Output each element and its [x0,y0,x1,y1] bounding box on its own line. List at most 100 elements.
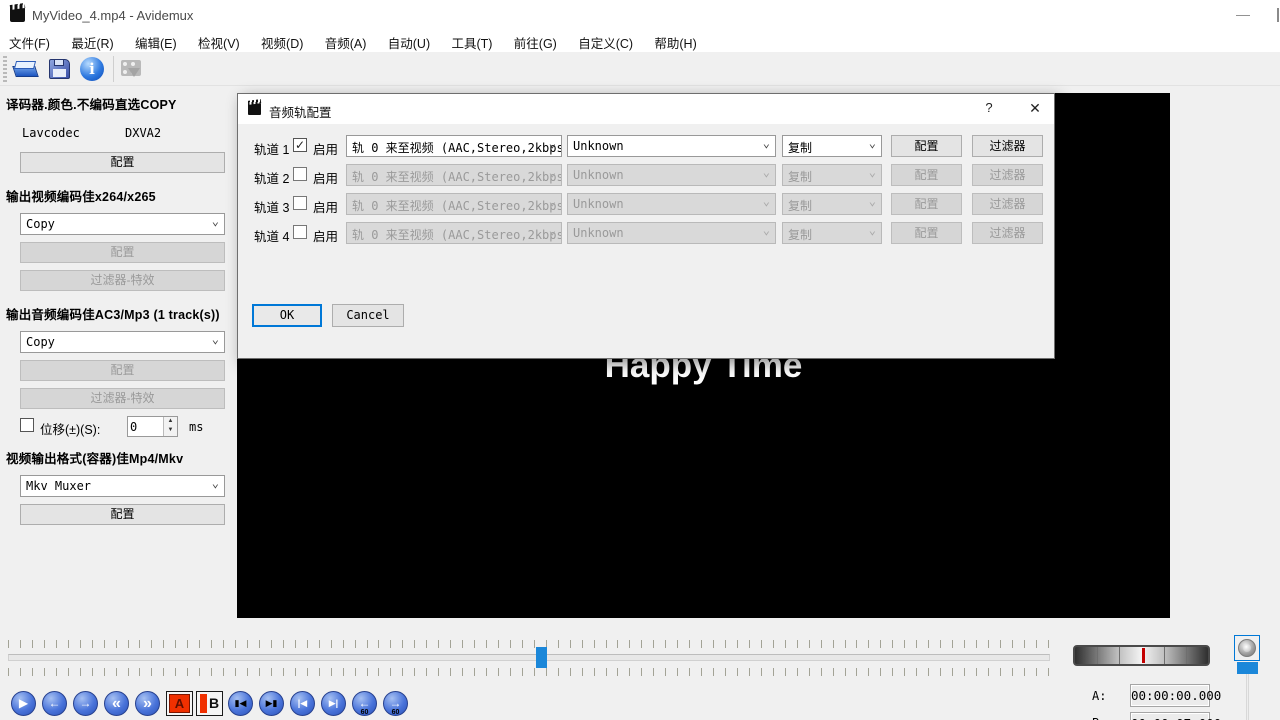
track4-filter-button: 过滤器 [972,222,1043,244]
open-file-icon[interactable] [14,57,40,81]
dialog-title: 音频轨配置 [269,102,332,121]
track1-source-select[interactable]: 轨 0 来至视频 (AAC,Stereo,2kbps) [346,135,562,157]
shuttle-divider [1097,647,1098,664]
shuttle-center-marker [1142,648,1145,663]
track3-configure-button: 配置 [891,193,962,215]
track4-enable-label: 启用 [313,226,338,245]
fast-forward-button[interactable]: » [135,691,160,716]
marker-b-label: B: [1092,716,1106,720]
timeline-ruler-bottom [8,668,1050,677]
container-section-title: 视频输出格式(容器)佳Mp4/Mkv [6,448,183,467]
back-60s-button[interactable]: ← 60 [352,691,377,716]
previous-black-frame-button[interactable]: ▮◀ [228,691,253,716]
timeline-ruler-top [8,640,1050,649]
track1-language-select[interactable]: Unknown [567,135,776,157]
next-keyframe-button[interactable]: ▶| [321,691,346,716]
rewind-button[interactable]: « [104,691,129,716]
forward-60s-button[interactable]: → 60 [383,691,408,716]
toolbar-separator [113,56,114,82]
track3-enable-label: 启用 [313,197,338,216]
play-button[interactable]: ▶ [11,691,36,716]
track1-filter-button[interactable]: 过滤器 [972,135,1043,157]
open-folder-flap [14,61,36,69]
shuttle-divider [1164,647,1165,664]
marker-b-strip-icon [200,694,207,713]
toolbar-grip [3,56,7,82]
seek-slider-handle[interactable] [536,647,547,668]
dialog-close-icon[interactable]: ✕ [1023,100,1047,118]
minimize-button[interactable]: — [1228,6,1258,24]
track1-codec-select[interactable]: 复制 [782,135,882,157]
audio-output-section-title: 输出音频编码佳AC3/Mp3 (1 track(s)) [6,304,220,323]
audio-filters-button: 过滤器-特效 [20,388,225,409]
video-filters-button: 过滤器-特效 [20,270,225,291]
decoder-name: Lavcodec [22,126,80,140]
muxer-select[interactable]: Mkv Muxer [20,475,225,497]
dialog-clapperboard-icon [248,103,261,115]
track1-enable-checkbox[interactable]: ✓ [293,138,307,152]
information-icon[interactable]: i [80,57,106,81]
floppy-label [53,69,66,77]
track2-label: 轨道 2 [254,168,289,187]
volume-slider-track[interactable] [1246,674,1249,720]
info-glyph: i [80,57,104,81]
app-clapperboard-icon [10,7,25,22]
track1-label: 轨道 1 [254,139,289,158]
next-black-frame-button[interactable]: ▶▮ [259,691,284,716]
dialog-titlebar[interactable]: 音频轨配置 ? ✕ [238,94,1054,124]
video-output-section-title: 输出视频编码佳x264/x265 [6,186,156,205]
hw-accel-name: DXVA2 [125,126,161,140]
audio-codec-select[interactable]: Copy [20,331,225,353]
track2-enable-checkbox[interactable] [293,167,307,181]
decoder-configure-button[interactable]: 配置 [20,152,225,173]
audio-configure-button: 配置 [20,360,225,381]
window-title: MyVideo_4.mp4 - Avidemux [32,8,193,23]
dialog-help-button[interactable]: ? [978,100,1000,118]
spinner-arrows-icon[interactable]: ▲▼ [163,417,177,436]
track2-enable-label: 启用 [313,168,338,187]
track4-label: 轨道 4 [254,226,289,245]
muxer-configure-button[interactable]: 配置 [20,504,225,525]
audio-shift-checkbox[interactable] [20,418,34,432]
marker-a-icon: A [169,694,190,713]
track4-source-select: 轨 0 来至视频 (AAC,Stereo,2kbps) [346,222,562,244]
track3-language-select: Unknown [567,193,776,215]
track1-enable-label: 启用 [313,139,338,158]
audio-track-dialog: 音频轨配置 ? ✕ 轨道 1 ✓ 启用 轨 0 来至视频 (AAC,Stereo… [237,93,1055,359]
track3-source-select: 轨 0 来至视频 (AAC,Stereo,2kbps) [346,193,562,215]
shuttle-divider [1119,647,1120,664]
track4-codec-select: 复制 [782,222,882,244]
set-marker-b-button[interactable]: B [196,691,223,716]
previous-keyframe-button[interactable]: |◀ [290,691,315,716]
track2-source-select: 轨 0 来至视频 (AAC,Stereo,2kbps) [346,164,562,186]
forward-60s-arrow-icon: → [390,696,402,710]
audio-shift-input[interactable] [130,418,162,435]
set-marker-a-button[interactable]: A [166,691,193,716]
track1-configure-button[interactable]: 配置 [891,135,962,157]
menubar: 文件(F) 最近(R) 编辑(E) 检视(V) 视频(D) 音频(A) 自动(U… [0,30,1280,52]
audio-shift-label: 位移(±)(S): [40,419,100,438]
mute-button[interactable] [1234,635,1260,661]
ok-button[interactable]: OK [252,304,322,327]
seek-slider-track[interactable] [8,654,1050,661]
track3-enable-checkbox[interactable] [293,196,307,210]
cancel-button[interactable]: Cancel [332,304,404,327]
volume-slider-handle[interactable] [1237,662,1258,674]
speaker-icon [1238,639,1256,657]
titlebar: MyVideo_4.mp4 - Avidemux — [0,0,1280,30]
track4-enable-checkbox[interactable] [293,225,307,239]
track3-label: 轨道 3 [254,197,289,216]
track2-language-select: Unknown [567,164,776,186]
save-file-icon[interactable] [48,57,74,81]
track2-filter-button: 过滤器 [972,164,1043,186]
audio-shift-spinner[interactable]: ▲▼ [127,416,178,437]
back-60s-arrow-icon: ← [359,696,371,710]
previous-frame-button[interactable]: ← [42,691,67,716]
shuttle-divider [1186,647,1187,664]
next-frame-button[interactable]: → [73,691,98,716]
video-configure-button: 配置 [20,242,225,263]
maximize-button-partial[interactable] [1277,8,1279,22]
video-codec-select[interactable]: Copy [20,213,225,235]
track3-codec-select: 复制 [782,193,882,215]
shuttle-jog-control[interactable] [1073,645,1210,666]
